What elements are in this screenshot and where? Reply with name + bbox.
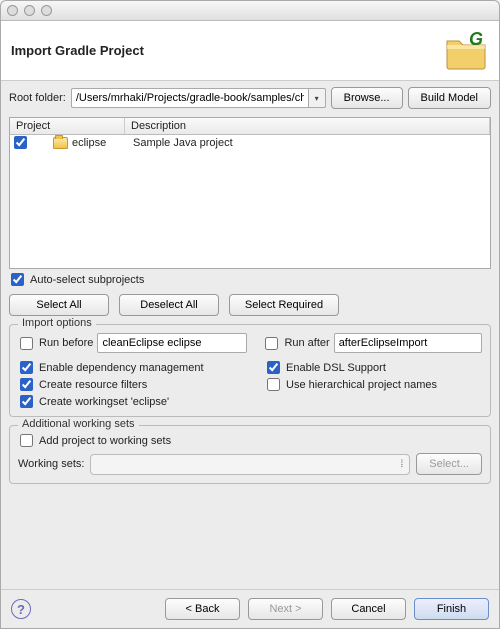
add-to-ws-checkbox[interactable] [20,434,33,447]
table-header: Project Description [10,118,490,135]
hierarchical-checkbox[interactable] [267,378,280,391]
root-folder-input[interactable] [71,88,308,108]
select-all-button[interactable]: Select All [9,294,109,316]
zoom-icon[interactable] [41,5,52,16]
import-options-title: Import options [18,317,96,329]
run-after-label: Run after [284,337,329,349]
deselect-all-button[interactable]: Deselect All [119,294,219,316]
working-sets-select[interactable]: ⁞ [90,454,410,475]
enable-dsl-checkbox[interactable] [267,361,280,374]
run-row: Run before Run after [18,333,482,353]
working-sets-row: Working sets: ⁞ Select... [18,453,482,475]
root-folder-label: Root folder: [9,92,66,104]
table-body: eclipse Sample Java project [10,135,490,268]
bottom-bar: ? < Back Next > Cancel Finish [1,589,499,628]
row-description: Sample Java project [129,137,488,149]
run-before-label: Run before [39,337,93,349]
next-button: Next > [248,598,323,620]
col-description[interactable]: Description [125,118,490,134]
page-title: Import Gradle Project [11,43,144,58]
browse-button[interactable]: Browse... [331,87,403,109]
root-folder-combo[interactable]: ▾ [71,88,326,108]
gradle-folder-icon: G [443,31,489,71]
auto-select-label: Auto-select subprojects [30,274,144,286]
header: Import Gradle Project G [1,21,499,81]
svg-text:G: G [469,31,483,49]
root-folder-row: Root folder: ▾ Browse... Build Model [9,87,491,109]
working-sets-title: Additional working sets [18,418,139,430]
import-options-group: Import options Run before Run after Enab… [9,324,491,417]
nav-buttons: < Back Next > Cancel Finish [165,598,489,620]
minimize-icon[interactable] [24,5,35,16]
help-icon[interactable]: ? [11,599,31,619]
hierarchical-label: Use hierarchical project names [286,379,437,391]
add-to-ws-label: Add project to working sets [39,435,171,447]
dialog-window: Import Gradle Project G Root folder: ▾ B… [0,0,500,629]
run-after-input[interactable] [334,333,482,353]
enable-dsl-label: Enable DSL Support [286,362,386,374]
build-model-button[interactable]: Build Model [408,87,491,109]
working-sets-label: Working sets: [18,458,84,470]
close-icon[interactable] [7,5,18,16]
finish-button[interactable]: Finish [414,598,489,620]
row-project: eclipse [72,137,106,149]
back-button[interactable]: < Back [165,598,240,620]
ws-select-button: Select... [416,453,482,475]
project-table: Project Description eclipse Sample Java … [9,117,491,269]
titlebar [1,1,499,21]
create-workingset-checkbox[interactable] [20,395,33,408]
working-sets-group: Additional working sets Add project to w… [9,425,491,484]
options-cols: Enable dependency management Create reso… [18,361,482,408]
folder-icon [53,137,68,149]
select-required-button[interactable]: Select Required [229,294,339,316]
enable-dep-checkbox[interactable] [20,361,33,374]
resource-filters-checkbox[interactable] [20,378,33,391]
auto-select-checkbox[interactable] [11,273,24,286]
run-before-input[interactable] [97,333,247,353]
create-workingset-label: Create workingset 'eclipse' [39,396,169,408]
table-row[interactable]: eclipse Sample Java project [10,135,490,150]
auto-select-row: Auto-select subprojects [9,273,491,286]
resource-filters-label: Create resource filters [39,379,147,391]
chevron-down-icon[interactable]: ▾ [308,88,326,108]
content: Root folder: ▾ Browse... Build Model Pro… [1,81,499,589]
run-after-checkbox[interactable] [265,337,278,350]
cancel-button[interactable]: Cancel [331,598,406,620]
row-checkbox[interactable] [14,136,27,149]
col-project[interactable]: Project [10,118,125,134]
enable-dep-label: Enable dependency management [39,362,204,374]
selection-buttons: Select All Deselect All Select Required [9,294,491,316]
run-before-checkbox[interactable] [20,337,33,350]
